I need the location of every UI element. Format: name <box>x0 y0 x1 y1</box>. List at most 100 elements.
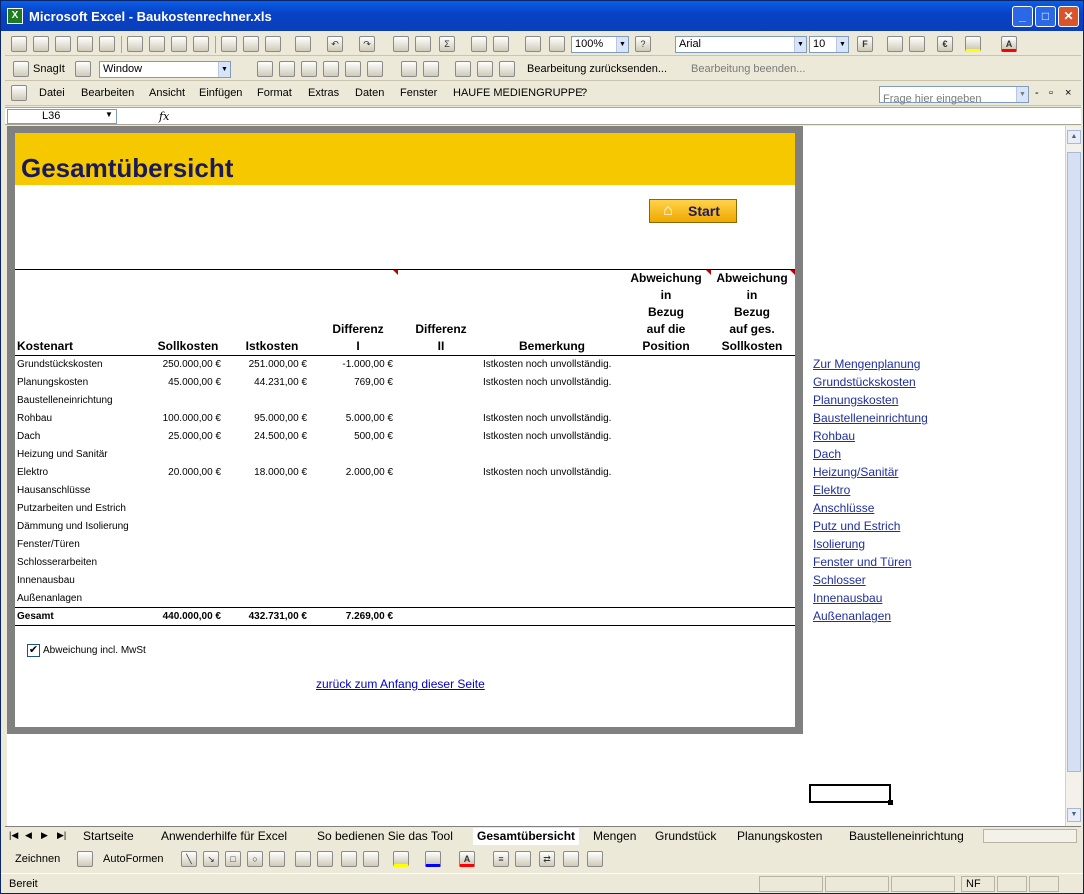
table-cell[interactable] <box>315 590 401 608</box>
table-cell[interactable] <box>623 356 709 374</box>
last-sheet-icon[interactable]: ▶| <box>57 830 66 841</box>
line-color-icon[interactable] <box>425 851 441 867</box>
name-box[interactable]: L36 <box>7 109 117 124</box>
table-cell[interactable] <box>401 356 481 374</box>
table-cell[interactable] <box>623 554 709 572</box>
web-icon[interactable] <box>415 36 431 52</box>
table-cell[interactable]: Außenanlagen <box>15 590 147 608</box>
table-cell[interactable] <box>709 590 795 608</box>
menu-format[interactable]: Format <box>257 87 292 99</box>
help-search-input[interactable]: Frage hier eingeben ▼ <box>879 86 1029 105</box>
table-cell[interactable]: Dach <box>15 428 147 446</box>
table-cell[interactable] <box>147 572 229 590</box>
nav-link[interactable]: Rohbau <box>813 427 928 445</box>
table-cell[interactable] <box>709 374 795 392</box>
table-cell[interactable] <box>481 572 623 590</box>
folder-icon[interactable] <box>279 61 295 77</box>
table-cell[interactable] <box>229 518 315 536</box>
help-icon[interactable]: ? <box>635 36 651 52</box>
table-cell[interactable] <box>623 482 709 500</box>
snagit-capture-icon[interactable] <box>75 61 91 77</box>
table-cell[interactable] <box>229 392 315 410</box>
minimize-button[interactable]: _ <box>1012 6 1033 27</box>
table-cell[interactable] <box>623 374 709 392</box>
font-color-icon[interactable]: A <box>1001 36 1017 52</box>
oval-icon[interactable]: ○ <box>247 851 263 867</box>
table-cell[interactable] <box>401 482 481 500</box>
sheet-tab[interactable]: Grundstück <box>651 828 720 845</box>
table-cell[interactable] <box>481 590 623 608</box>
table-cell[interactable]: Fenster/Türen <box>15 536 147 554</box>
table-cell[interactable] <box>315 392 401 410</box>
nav-link[interactable]: Heizung/Sanitär <box>813 463 928 481</box>
table-cell[interactable] <box>709 446 795 464</box>
selected-cell[interactable] <box>809 784 893 805</box>
table-cell[interactable]: Planungskosten <box>15 374 147 392</box>
nav-link[interactable]: Innenausbau <box>813 589 928 607</box>
snagit-label[interactable]: SnagIt <box>33 63 65 75</box>
table-cell[interactable] <box>623 536 709 554</box>
doc-close-icon[interactable]: × <box>1065 87 1071 99</box>
print-preview-icon[interactable] <box>149 36 165 52</box>
line-icon[interactable]: ╲ <box>181 851 197 867</box>
table-cell[interactable]: Dämmung und Isolierung <box>15 518 147 536</box>
nav-link[interactable]: Anschlüsse <box>813 499 928 517</box>
merge-icon[interactable] <box>499 61 515 77</box>
table-cell[interactable]: 24.500,00 € <box>229 428 315 446</box>
table-cell[interactable] <box>229 572 315 590</box>
table-cell[interactable]: Putzarbeiten und Estrich <box>15 500 147 518</box>
checkbox-box[interactable]: ✔ <box>27 644 40 657</box>
sort-ascending-icon[interactable] <box>471 36 487 52</box>
3d-icon[interactable] <box>587 851 603 867</box>
chevron-down-icon[interactable]: ▼ <box>794 37 806 52</box>
menu-datei[interactable]: Datei <box>39 87 65 99</box>
hyperlink-icon[interactable] <box>393 36 409 52</box>
nav-link[interactable]: Zur Mengenplanung <box>813 355 928 373</box>
table-cell[interactable]: 2.000,00 € <box>315 464 401 482</box>
table-cell[interactable] <box>401 554 481 572</box>
formula-input[interactable] <box>181 109 1077 124</box>
table-cell[interactable] <box>481 392 623 410</box>
table-cell[interactable] <box>481 554 623 572</box>
table-cell[interactable] <box>401 518 481 536</box>
table-cell[interactable]: -1.000,00 € <box>315 356 401 374</box>
new-icon[interactable] <box>11 36 27 52</box>
chart-wizard-icon[interactable] <box>525 36 541 52</box>
table-cell[interactable] <box>623 410 709 428</box>
redo-icon[interactable]: ↷ <box>359 36 375 52</box>
menu-daten[interactable]: Daten <box>355 87 384 99</box>
table-cell[interactable] <box>709 428 795 446</box>
print-icon[interactable] <box>127 36 143 52</box>
picture-icon[interactable] <box>363 851 379 867</box>
fill-color-icon[interactable] <box>393 851 409 867</box>
table-cell[interactable]: 18.000,00 € <box>229 464 315 482</box>
table-cell[interactable] <box>709 500 795 518</box>
table-cell[interactable] <box>623 446 709 464</box>
table-cell[interactable] <box>401 464 481 482</box>
table-cell[interactable] <box>401 536 481 554</box>
table-cell[interactable] <box>315 446 401 464</box>
table-cell[interactable]: 432.731,00 € <box>229 607 315 626</box>
table-cell[interactable] <box>623 464 709 482</box>
zoom-select[interactable]: 100% ▼ <box>571 36 629 53</box>
link-icon[interactable] <box>345 61 361 77</box>
chevron-down-icon[interactable]: ▼ <box>836 37 848 52</box>
sheet-tab[interactable]: Anwenderhilfe für Excel <box>157 828 291 845</box>
doc-restore-icon[interactable]: ▫ <box>1049 87 1053 99</box>
first-sheet-icon[interactable]: |◀ <box>9 830 18 841</box>
table-cell[interactable] <box>315 500 401 518</box>
menu-help[interactable]: ? <box>581 87 587 99</box>
table-cell[interactable] <box>709 554 795 572</box>
table-cell[interactable] <box>623 392 709 410</box>
cut-icon[interactable] <box>221 36 237 52</box>
clipart-icon[interactable] <box>341 851 357 867</box>
folder-icon[interactable] <box>257 61 273 77</box>
text-icon[interactable] <box>401 61 417 77</box>
table-cell[interactable]: 44.231,00 € <box>229 374 315 392</box>
nav-link[interactable]: Planungskosten <box>813 391 928 409</box>
table-cell[interactable] <box>229 482 315 500</box>
drawing-icon[interactable] <box>549 36 565 52</box>
table-cell[interactable]: Istkosten noch unvollständig. <box>481 356 623 374</box>
table-cell[interactable] <box>481 500 623 518</box>
table-cell[interactable] <box>401 590 481 608</box>
